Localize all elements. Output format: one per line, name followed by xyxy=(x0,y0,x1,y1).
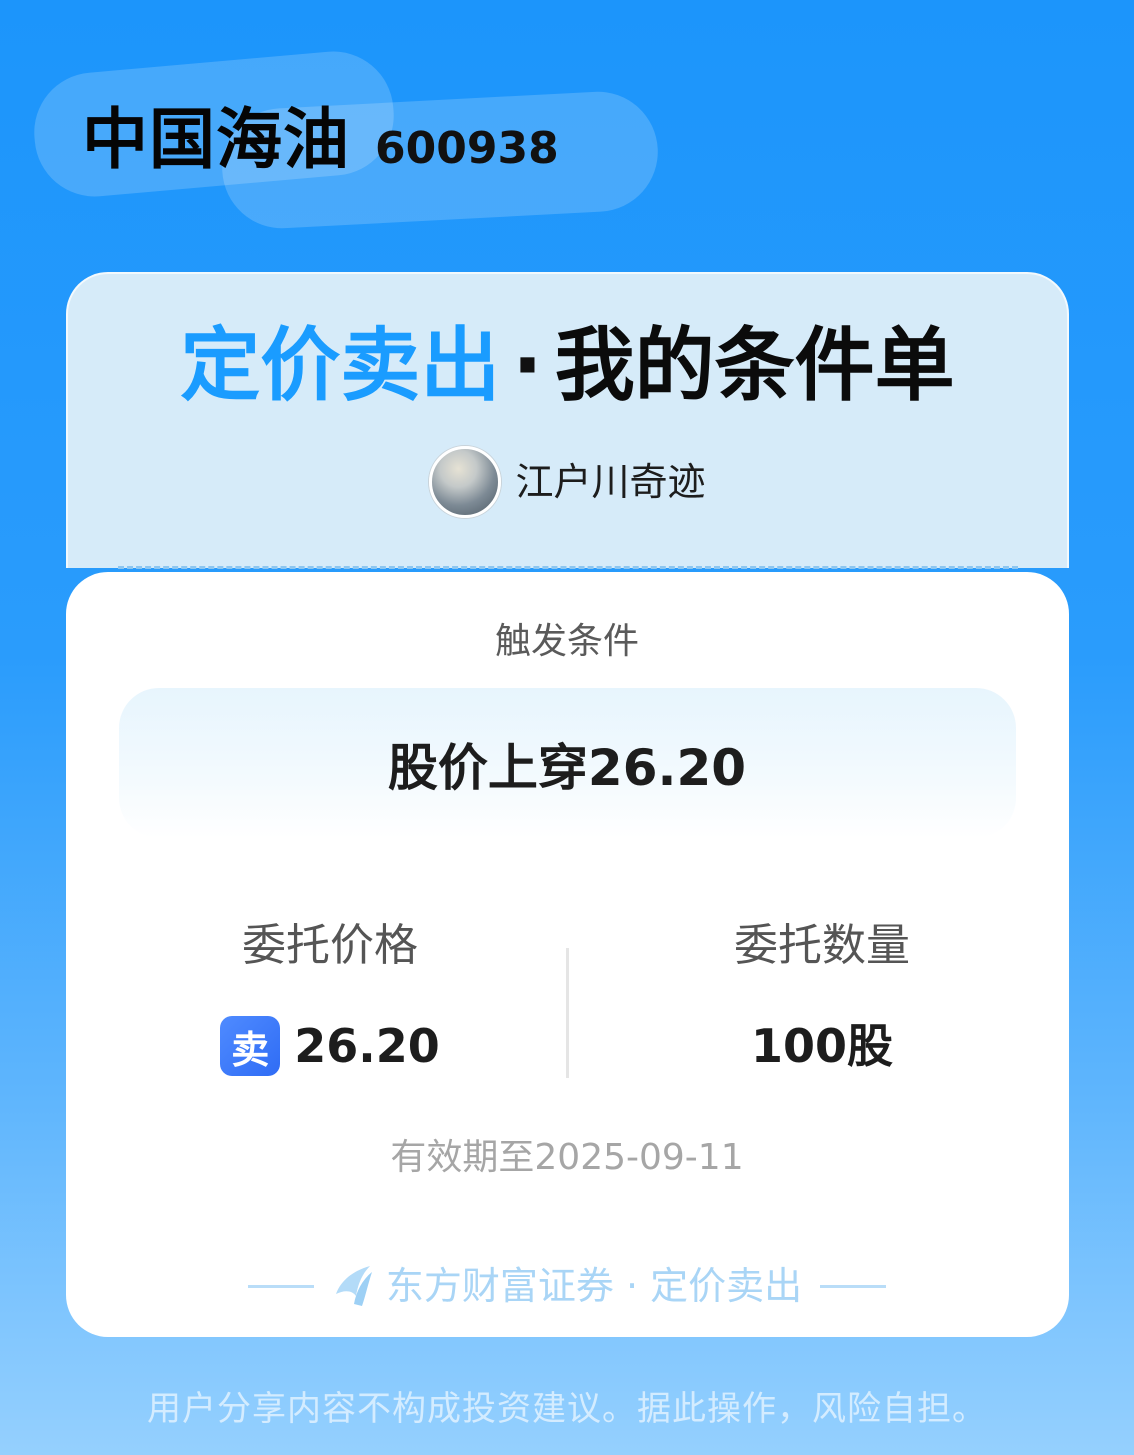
quantity-value: 100股 xyxy=(750,1019,894,1073)
user-info[interactable]: 江户川奇迹 xyxy=(68,446,1067,518)
price-label: 委托价格 xyxy=(242,920,418,971)
header-card: 定价卖出 · 我的条件单 江户川奇迹 xyxy=(66,272,1069,568)
price-row: 卖 26.20 xyxy=(120,1016,540,1076)
title-separator: · xyxy=(512,319,543,412)
column-divider xyxy=(566,948,569,1078)
disclaimer: 用户分享内容不构成投资建议。据此操作，风险自担。 xyxy=(147,1389,987,1429)
expiry-date: 有效期至2025-09-11 xyxy=(390,1137,744,1178)
footer-line-right xyxy=(820,1284,887,1288)
footer-brand: 东方财富证券 · 定价卖出 xyxy=(0,1262,1134,1310)
condition-text: 股价上穿26.20 xyxy=(387,739,747,797)
title-highlight: 定价卖出 xyxy=(180,319,501,412)
username[interactable]: 江户川奇迹 xyxy=(515,460,705,504)
stock-code: 600938 xyxy=(375,123,559,174)
title-main: 我的条件单 xyxy=(554,319,955,412)
condition-label: 触发条件 xyxy=(494,621,639,662)
sell-badge: 卖 xyxy=(220,1016,281,1076)
stock-name: 中国海油 xyxy=(82,101,350,178)
dashed-divider xyxy=(118,566,1018,569)
price-value: 26.20 xyxy=(294,1019,440,1073)
brand-text: 东方财富证券 · 定价卖出 xyxy=(385,1264,803,1308)
avatar[interactable] xyxy=(429,446,502,518)
page-title: 定价卖出 · 我的条件单 xyxy=(68,318,1067,414)
footer-line-left xyxy=(247,1284,314,1288)
eastmoney-logo-icon xyxy=(335,1266,372,1306)
quantity-label: 委托数量 xyxy=(734,920,910,971)
